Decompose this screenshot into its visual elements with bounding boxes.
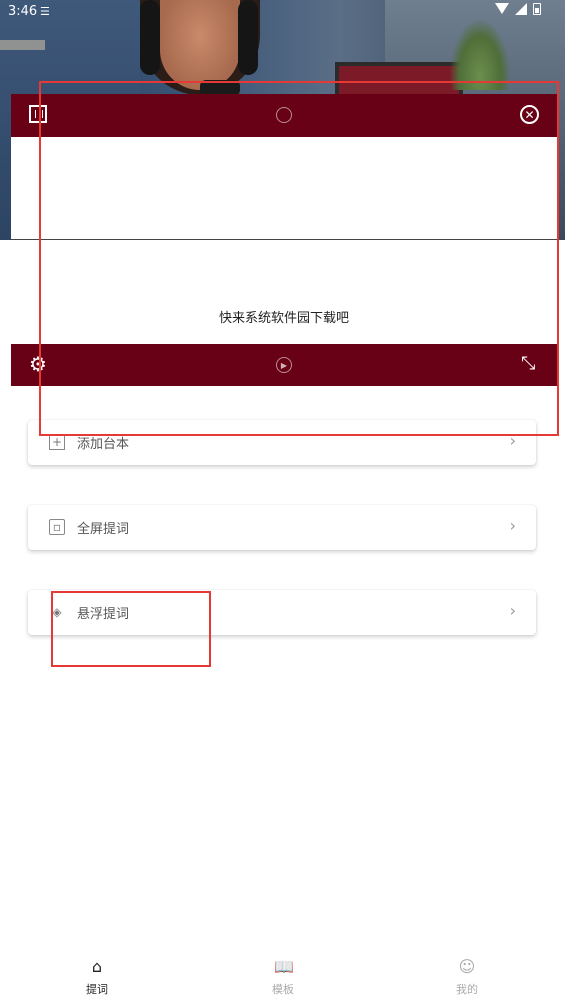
battery-icon (533, 3, 541, 15)
annotation-box-floating (51, 591, 211, 667)
plus-box-icon: + (49, 434, 65, 450)
status-time: 3:46 (8, 4, 38, 19)
status-bar: 3:46 ☰ (0, 0, 565, 24)
chevron-right-icon: › (509, 601, 516, 620)
menu-item-fullscreen-prompt[interactable]: ▫ 全屏提词 › (28, 505, 536, 550)
bottom-nav: ⌂ 提词 📖 模板 ☺ 我的 (0, 950, 565, 1004)
nav-label: 提词 (86, 983, 108, 996)
hero-plant (450, 20, 510, 90)
nav-tab-mine[interactable]: ☺ 我的 (427, 950, 507, 997)
nav-tab-prompt[interactable]: ⌂ 提词 (57, 950, 137, 997)
menu-item-label: 全屏提词 (77, 522, 130, 537)
status-right (495, 3, 541, 15)
annotation-box-prompter (39, 81, 559, 436)
hero-shelf (0, 40, 45, 50)
document-icon: ☰ (40, 5, 50, 18)
chevron-right-icon: › (509, 516, 516, 535)
fullscreen-icon: ▫ (49, 519, 65, 535)
nav-tab-template[interactable]: 📖 模板 (243, 950, 323, 997)
signal-icon (515, 3, 527, 15)
nav-label: 我的 (456, 983, 478, 996)
nav-label: 模板 (272, 983, 294, 996)
home-icon: ⌂ (91, 957, 103, 976)
face-icon: ☺ (458, 957, 476, 976)
wifi-icon (495, 3, 509, 15)
book-icon: 📖 (274, 957, 294, 976)
